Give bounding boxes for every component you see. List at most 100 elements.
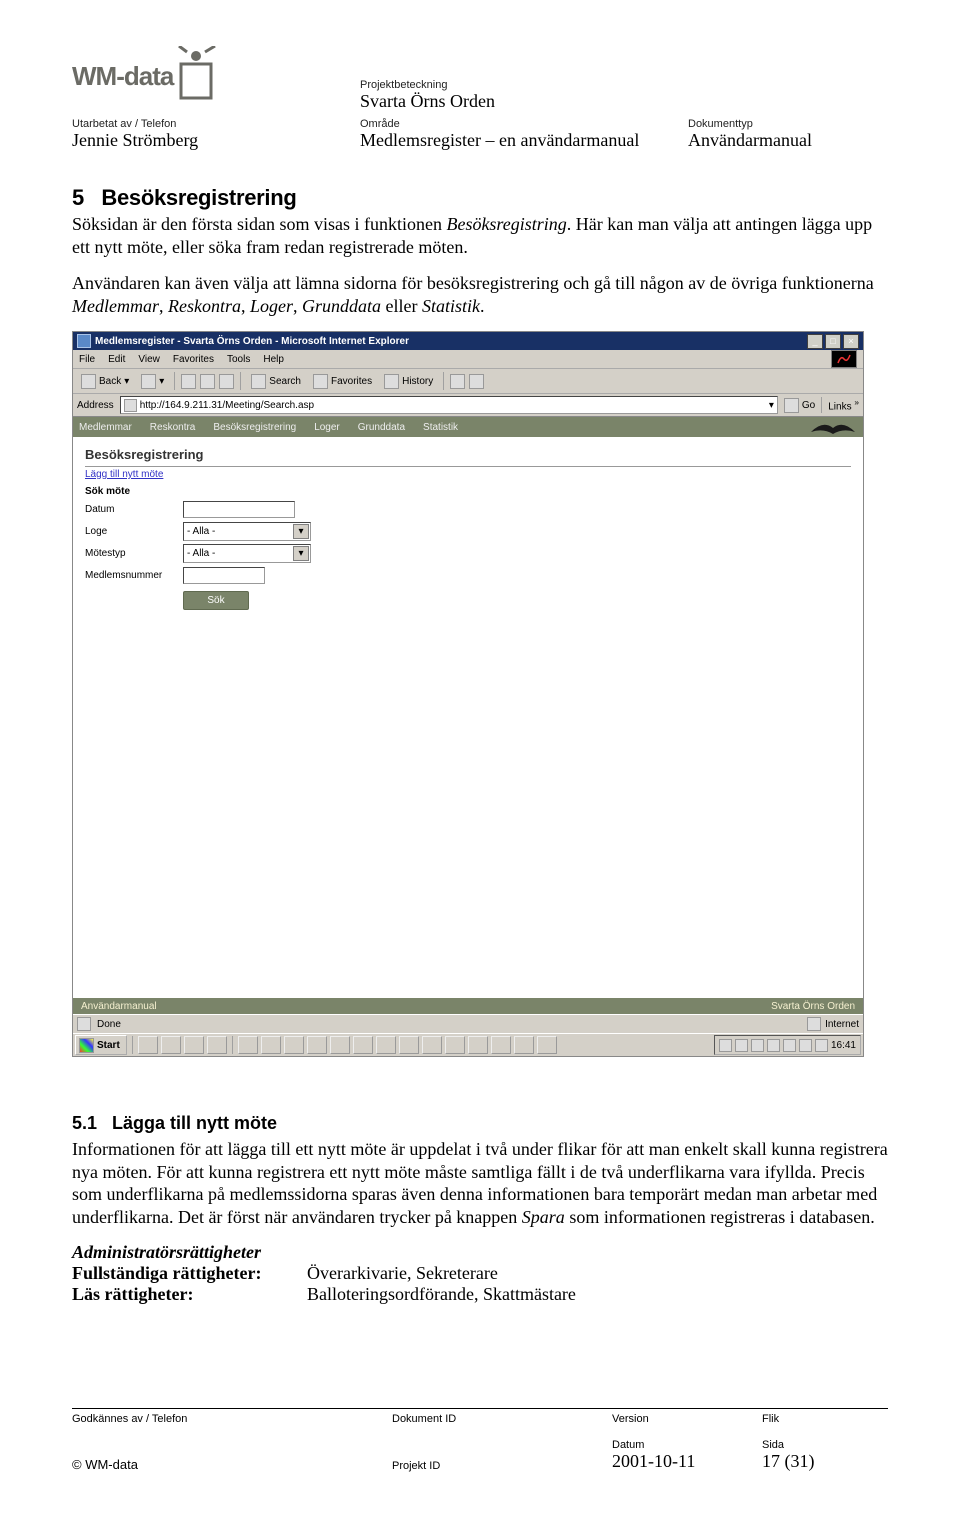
meta-value: Användarmanual xyxy=(688,130,888,151)
nav-medlemmar[interactable]: Medlemmar xyxy=(79,422,132,433)
task-item[interactable] xyxy=(399,1036,419,1054)
browser-toolbar: Back▾ ▾ Search Favorites History xyxy=(73,369,863,394)
nav-grunddata[interactable]: Grunddata xyxy=(358,422,405,433)
windows-taskbar: Start xyxy=(73,1033,863,1056)
chevron-down-icon: ▾ xyxy=(293,546,309,561)
wm-data-logo: WM-data xyxy=(72,40,332,112)
nav-reskontra[interactable]: Reskontra xyxy=(150,422,196,433)
menu-edit[interactable]: Edit xyxy=(108,354,125,365)
go-button[interactable]: Go xyxy=(784,398,815,413)
nav-besoksreg[interactable]: Besöksregistrering xyxy=(213,422,296,433)
task-item[interactable] xyxy=(284,1036,304,1054)
task-item[interactable] xyxy=(491,1036,511,1054)
select-motestyp[interactable]: - Alla - ▾ xyxy=(183,544,311,563)
row-datum: Datum xyxy=(85,499,851,519)
input-medlemsnr[interactable] xyxy=(183,567,265,584)
task-item[interactable] xyxy=(537,1036,557,1054)
nav-statistik[interactable]: Statistik xyxy=(423,422,458,433)
task-item[interactable] xyxy=(238,1036,258,1054)
tray-icon[interactable] xyxy=(783,1039,796,1052)
tray-icon[interactable] xyxy=(799,1039,812,1052)
task-item[interactable] xyxy=(422,1036,442,1054)
page-status-icon xyxy=(77,1017,91,1031)
quicklaunch-icon[interactable] xyxy=(207,1036,227,1054)
address-bar: Address http://164.9.211.31/Meeting/Sear… xyxy=(73,394,863,417)
read-rights-value: Balloteringsordförande, Skattmästare xyxy=(307,1284,576,1305)
app-footer-right: Svarta Örns Orden xyxy=(771,1001,855,1012)
search-button[interactable]: Sök xyxy=(183,591,249,610)
refresh-icon[interactable] xyxy=(200,374,215,389)
globe-icon xyxy=(807,1017,821,1031)
stop-icon[interactable] xyxy=(181,374,196,389)
history-icon xyxy=(384,374,399,389)
logo-text: WM-data xyxy=(72,61,173,92)
mail-icon[interactable] xyxy=(450,374,465,389)
select-loge[interactable]: - Alla - ▾ xyxy=(183,522,311,541)
row-motestyp: Mötestyp - Alla - ▾ xyxy=(85,543,851,563)
start-button[interactable]: Start xyxy=(75,1035,127,1055)
tray-icon[interactable] xyxy=(751,1039,764,1052)
task-item[interactable] xyxy=(376,1036,396,1054)
read-rights-label: Läs rättigheter: xyxy=(72,1284,307,1305)
favorites-icon xyxy=(313,374,328,389)
task-item[interactable] xyxy=(261,1036,281,1054)
address-field[interactable]: http://164.9.211.31/Meeting/Search.asp ▾ xyxy=(120,396,778,414)
forward-button[interactable]: ▾ xyxy=(137,373,168,390)
windows-icon xyxy=(79,1038,94,1053)
task-item[interactable] xyxy=(353,1036,373,1054)
meta-value: Svarta Örns Orden xyxy=(360,91,660,112)
menu-tools[interactable]: Tools xyxy=(227,354,250,365)
menu-file[interactable]: File xyxy=(79,354,95,365)
window-title: Medlemsregister - Svarta Örns Orden - Mi… xyxy=(95,336,807,347)
label-loge: Loge xyxy=(85,526,175,537)
footer-copyright: © WM-data xyxy=(72,1457,392,1472)
subsection-paragraph: Informationen för att lägga till ett nyt… xyxy=(72,1138,888,1228)
section-paragraph-2: Användaren kan även välja att lämna sido… xyxy=(72,272,888,317)
quicklaunch-icon[interactable] xyxy=(161,1036,181,1054)
input-datum[interactable] xyxy=(183,501,295,518)
row-medlemsnr: Medlemsnummer xyxy=(85,565,851,585)
search-button[interactable]: Search xyxy=(247,373,305,390)
footer-dokid-label: Dokument ID xyxy=(392,1413,612,1425)
label-medlemsnr: Medlemsnummer xyxy=(85,570,175,581)
task-item[interactable] xyxy=(330,1036,350,1054)
history-button[interactable]: History xyxy=(380,373,437,390)
add-meeting-link[interactable]: Lägg till nytt möte xyxy=(85,469,851,480)
task-item[interactable] xyxy=(468,1036,488,1054)
footer-projektid-label: Projekt ID xyxy=(392,1460,612,1472)
close-button[interactable]: × xyxy=(843,334,859,349)
menu-favorites[interactable]: Favorites xyxy=(173,354,214,365)
search-heading: Sök möte xyxy=(85,486,851,497)
tray-icon[interactable] xyxy=(815,1039,828,1052)
full-rights-label: Fullständiga rättigheter: xyxy=(72,1263,307,1284)
task-item[interactable] xyxy=(445,1036,465,1054)
browser-status-bar: Done Internet xyxy=(73,1014,863,1033)
favorites-button[interactable]: Favorites xyxy=(309,373,376,390)
quicklaunch-icon[interactable] xyxy=(184,1036,204,1054)
quicklaunch-icon[interactable] xyxy=(138,1036,158,1054)
links-button[interactable]: Links » xyxy=(821,397,859,412)
menu-help[interactable]: Help xyxy=(263,354,284,365)
maximize-button[interactable]: □ xyxy=(825,334,841,349)
footer-sida-value: 17 (31) xyxy=(762,1451,815,1471)
meta-omrade: Område Medlemsregister – en användarmanu… xyxy=(360,118,660,151)
embedded-screenshot: Medlemsregister - Svarta Örns Orden - Mi… xyxy=(72,331,864,1057)
task-item[interactable] xyxy=(514,1036,534,1054)
meta-utarbetat: Utarbetat av / Telefon Jennie Strömberg xyxy=(72,118,332,151)
back-button[interactable]: Back▾ xyxy=(77,373,133,390)
footer-godkannes-label: Godkännes av / Telefon xyxy=(72,1413,392,1425)
task-item[interactable] xyxy=(307,1036,327,1054)
tray-icon[interactable] xyxy=(767,1039,780,1052)
page-footer: Godkännes av / Telefon Dokument ID Versi… xyxy=(72,1408,888,1472)
footer-version-label: Version xyxy=(612,1413,762,1425)
print-icon[interactable] xyxy=(469,374,484,389)
tray-icon[interactable] xyxy=(735,1039,748,1052)
nav-loger[interactable]: Loger xyxy=(314,422,340,433)
subsection-title: Lägga till nytt möte xyxy=(112,1113,277,1133)
tray-icon[interactable] xyxy=(719,1039,732,1052)
menu-view[interactable]: View xyxy=(138,354,160,365)
ie-brand-icon xyxy=(831,350,857,368)
minimize-button[interactable]: _ xyxy=(807,334,823,349)
home-icon[interactable] xyxy=(219,374,234,389)
row-loge: Loge - Alla - ▾ xyxy=(85,521,851,541)
